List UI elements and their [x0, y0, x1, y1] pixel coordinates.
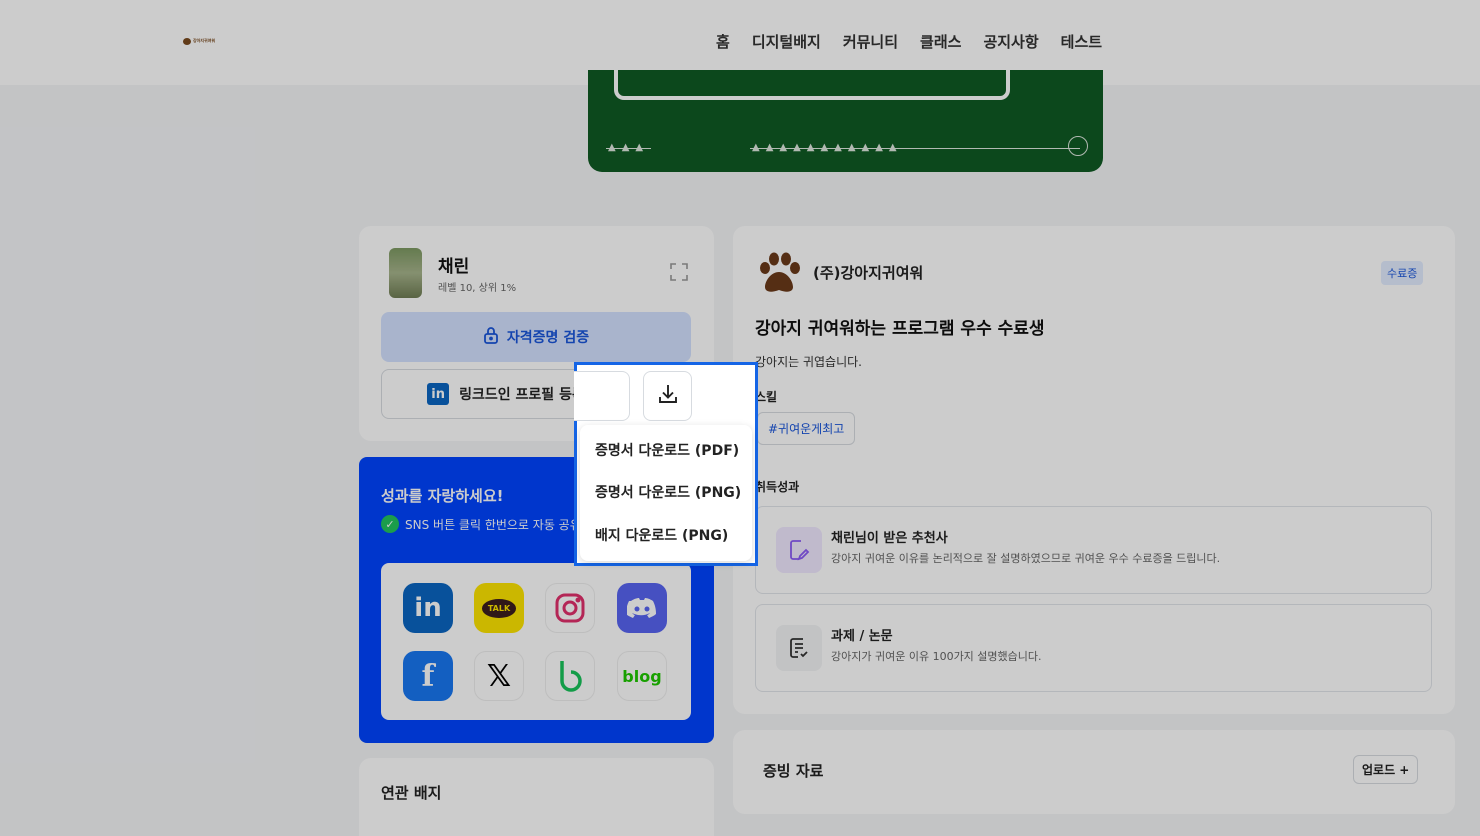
download-icon [657, 383, 679, 409]
download-highlight: 증명서 다운로드 (PDF) 증명서 다운로드 (PNG) 배지 다운로드 (P… [574, 362, 758, 566]
download-button[interactable] [643, 371, 692, 421]
linkedin-button-fragment [574, 371, 630, 421]
download-badge-png[interactable]: 배지 다운로드 (PNG) [595, 525, 728, 545]
download-certificate-png[interactable]: 증명서 다운로드 (PNG) [595, 482, 741, 502]
download-certificate-pdf[interactable]: 증명서 다운로드 (PDF) [595, 440, 739, 460]
download-menu: 증명서 다운로드 (PDF) 증명서 다운로드 (PNG) 배지 다운로드 (P… [580, 425, 752, 561]
